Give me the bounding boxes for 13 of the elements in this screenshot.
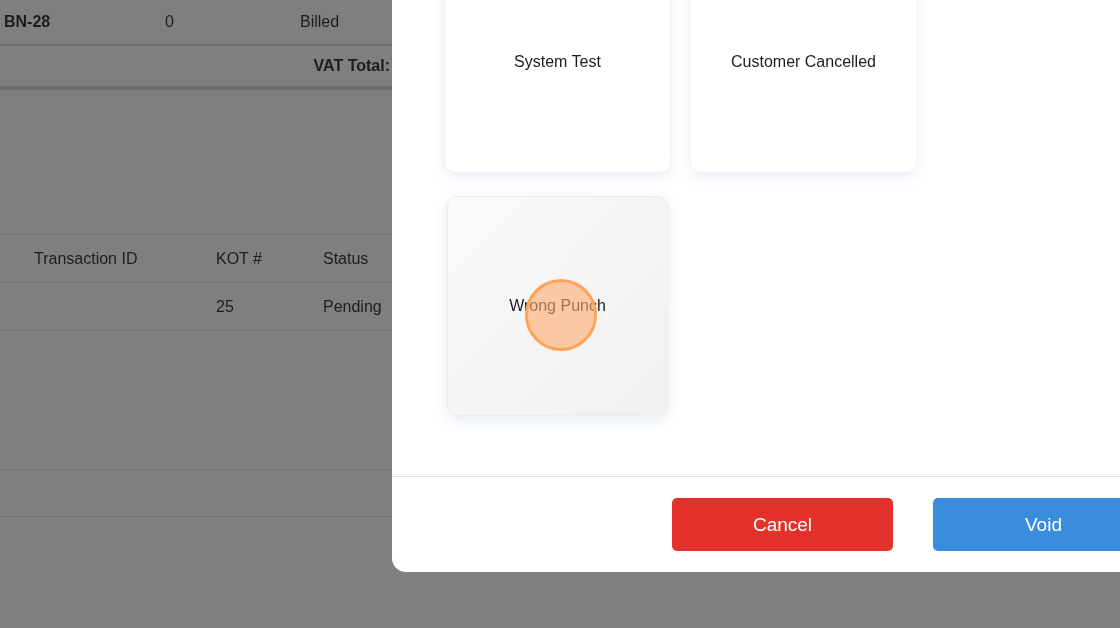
column-header: Status [323,249,370,268]
table-cell-text: Pending [323,297,383,316]
column-header: KOT # [216,249,263,268]
void-button[interactable]: Void [933,498,1120,551]
vat-total-label: VAT Total: [313,57,390,75]
table-cell-text: 25 [216,297,235,316]
column-header: Transaction ID [33,249,139,268]
reason-card[interactable]: Customer Cancelled [691,0,916,172]
cancel-button[interactable]: Cancel [672,498,893,551]
table-cell-text: 0 [164,13,175,31]
table-cell-text: BN-28 [3,13,52,31]
reason-card[interactable]: System Test [445,0,670,172]
table-cell-text: Billed [300,13,341,31]
